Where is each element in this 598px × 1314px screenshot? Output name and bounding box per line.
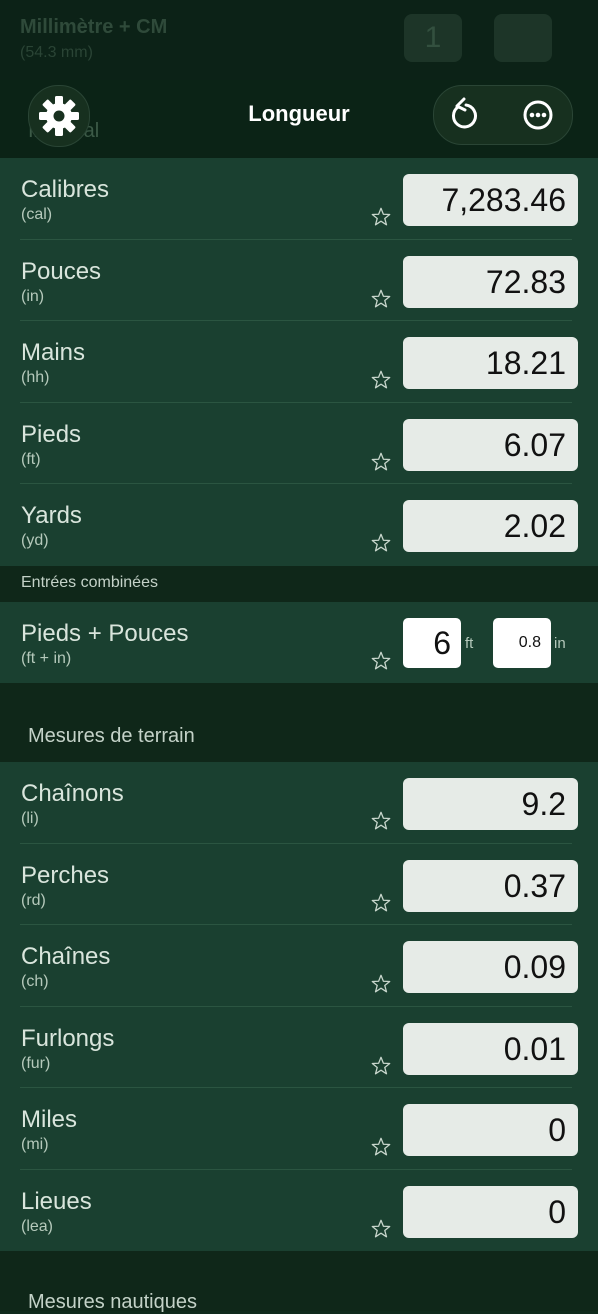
star-icon[interactable]: [370, 532, 392, 554]
feet-input[interactable]: 6: [403, 617, 461, 668]
feet-unit: ft: [465, 634, 474, 652]
value-field[interactable]: 6.07: [403, 418, 578, 471]
terrain.items-row-2[interactable]: Chaînes (ch) 0.09: [0, 925, 598, 1007]
unit-abbr: (ft): [21, 450, 41, 468]
unit-abbr: (ft + in): [21, 649, 72, 667]
value-field[interactable]: 9.2: [403, 778, 578, 830]
ghost-title: Millimètre + CM: [20, 16, 168, 38]
unit-abbr: (rd): [21, 891, 46, 909]
toolbar-actions: [433, 85, 573, 145]
ghost-badge: 1: [404, 14, 462, 62]
unit-name: Miles: [21, 1106, 78, 1133]
imperial-row-0[interactable]: Calibres (cal) 7,283.46: [0, 158, 598, 240]
imperial-row-1[interactable]: Pouces (in) 72.83: [0, 239, 598, 321]
undo-button[interactable]: [444, 95, 484, 135]
unit-abbr: (in): [21, 287, 45, 305]
background-header: Millimètre + CM (54.3 mm) 1: [0, 0, 598, 80]
value-field[interactable]: 0.01: [403, 1022, 578, 1075]
units-list: Calibres (cal) 7,283.46 Pouces (in) 72.83 Main…: [0, 158, 598, 1313]
star-icon[interactable]: [370, 451, 392, 473]
star-icon[interactable]: [370, 1055, 392, 1077]
combined-section-header: Entrées combinées: [0, 565, 598, 602]
star-icon[interactable]: [370, 1218, 392, 1240]
star-icon[interactable]: [370, 206, 392, 228]
unit-name: Pouces: [21, 257, 102, 285]
terrain.items-row-3[interactable]: Furlongs (fur) 0.01: [0, 1006, 598, 1088]
unit-abbr: (hh): [21, 369, 50, 386]
more-button[interactable]: [518, 95, 558, 135]
inches-unit: in: [554, 634, 566, 652]
more-icon: [523, 100, 553, 130]
unit-abbr: (fur): [21, 1054, 51, 1072]
unit-name: Mains: [21, 339, 86, 366]
star-icon[interactable]: [370, 288, 392, 310]
unit-name: Furlongs: [21, 1024, 115, 1052]
unit-name: Pieds + Pouces: [21, 619, 189, 647]
value-field[interactable]: 7,283.46: [403, 174, 578, 226]
section-title: Entrées combinées: [21, 573, 158, 591]
unit-abbr: (yd): [21, 532, 49, 549]
imperial-row-2[interactable]: Mains (hh) 18.21: [0, 321, 598, 403]
unit-abbr: (cal): [21, 206, 53, 223]
terrain.items-row-1[interactable]: Perches (rd) 0.37: [0, 843, 598, 925]
undo-icon: [451, 97, 477, 129]
value-field[interactable]: 0: [403, 1185, 578, 1238]
terrain.items-row-5[interactable]: Lieues (lea) 0: [0, 1169, 598, 1251]
unit-name: Yards: [21, 502, 82, 529]
unit-abbr: (li): [21, 810, 39, 827]
value-field[interactable]: 2.02: [403, 500, 578, 552]
unit-name: Perches: [21, 861, 110, 889]
nautical-section-header: Mesures nautiques: [0, 1251, 598, 1313]
unit-name: Lieues: [21, 1187, 92, 1215]
value-field[interactable]: 72.83: [403, 255, 578, 308]
unit-abbr: (mi): [21, 1136, 49, 1153]
combined-row-feet-inches[interactable]: Pieds + Pouces (ft + in) 6 ft 0.8 in: [0, 601, 598, 683]
unit-name: Chaînes: [21, 943, 111, 970]
inches-input[interactable]: 0.8: [493, 617, 551, 668]
value-field[interactable]: 0: [403, 1104, 578, 1156]
star-icon[interactable]: [370, 369, 392, 391]
ghost-button: [494, 14, 552, 62]
unit-name: Pieds: [21, 420, 82, 448]
value-field[interactable]: 0.09: [403, 941, 578, 993]
unit-name: Chaînons: [21, 780, 124, 807]
value-field[interactable]: 18.21: [403, 337, 578, 389]
unit-abbr: (lea): [21, 1217, 54, 1235]
unit-abbr: (ch): [21, 973, 49, 990]
imperial-row-3[interactable]: Pieds (ft) 6.07: [0, 402, 598, 484]
section-title: Mesures nautiques: [28, 1291, 197, 1313]
star-icon[interactable]: [370, 650, 392, 672]
unit-name: Calibres: [21, 176, 110, 203]
terrain-section-header: Mesures de terrain: [0, 683, 598, 762]
star-icon[interactable]: [370, 973, 392, 995]
star-icon[interactable]: [370, 1136, 392, 1158]
section-title: Mesures de terrain: [28, 725, 195, 747]
star-icon[interactable]: [370, 810, 392, 832]
terrain.items-row-0[interactable]: Chaînons (li) 9.2: [0, 762, 598, 844]
imperial-row-4[interactable]: Yards (yd) 2.02: [0, 484, 598, 566]
value-field[interactable]: 0.37: [403, 859, 578, 912]
ghost-subtitle: (54.3 mm): [20, 44, 93, 61]
star-icon[interactable]: [370, 892, 392, 914]
terrain.items-row-4[interactable]: Miles (mi) 0: [0, 1088, 598, 1170]
